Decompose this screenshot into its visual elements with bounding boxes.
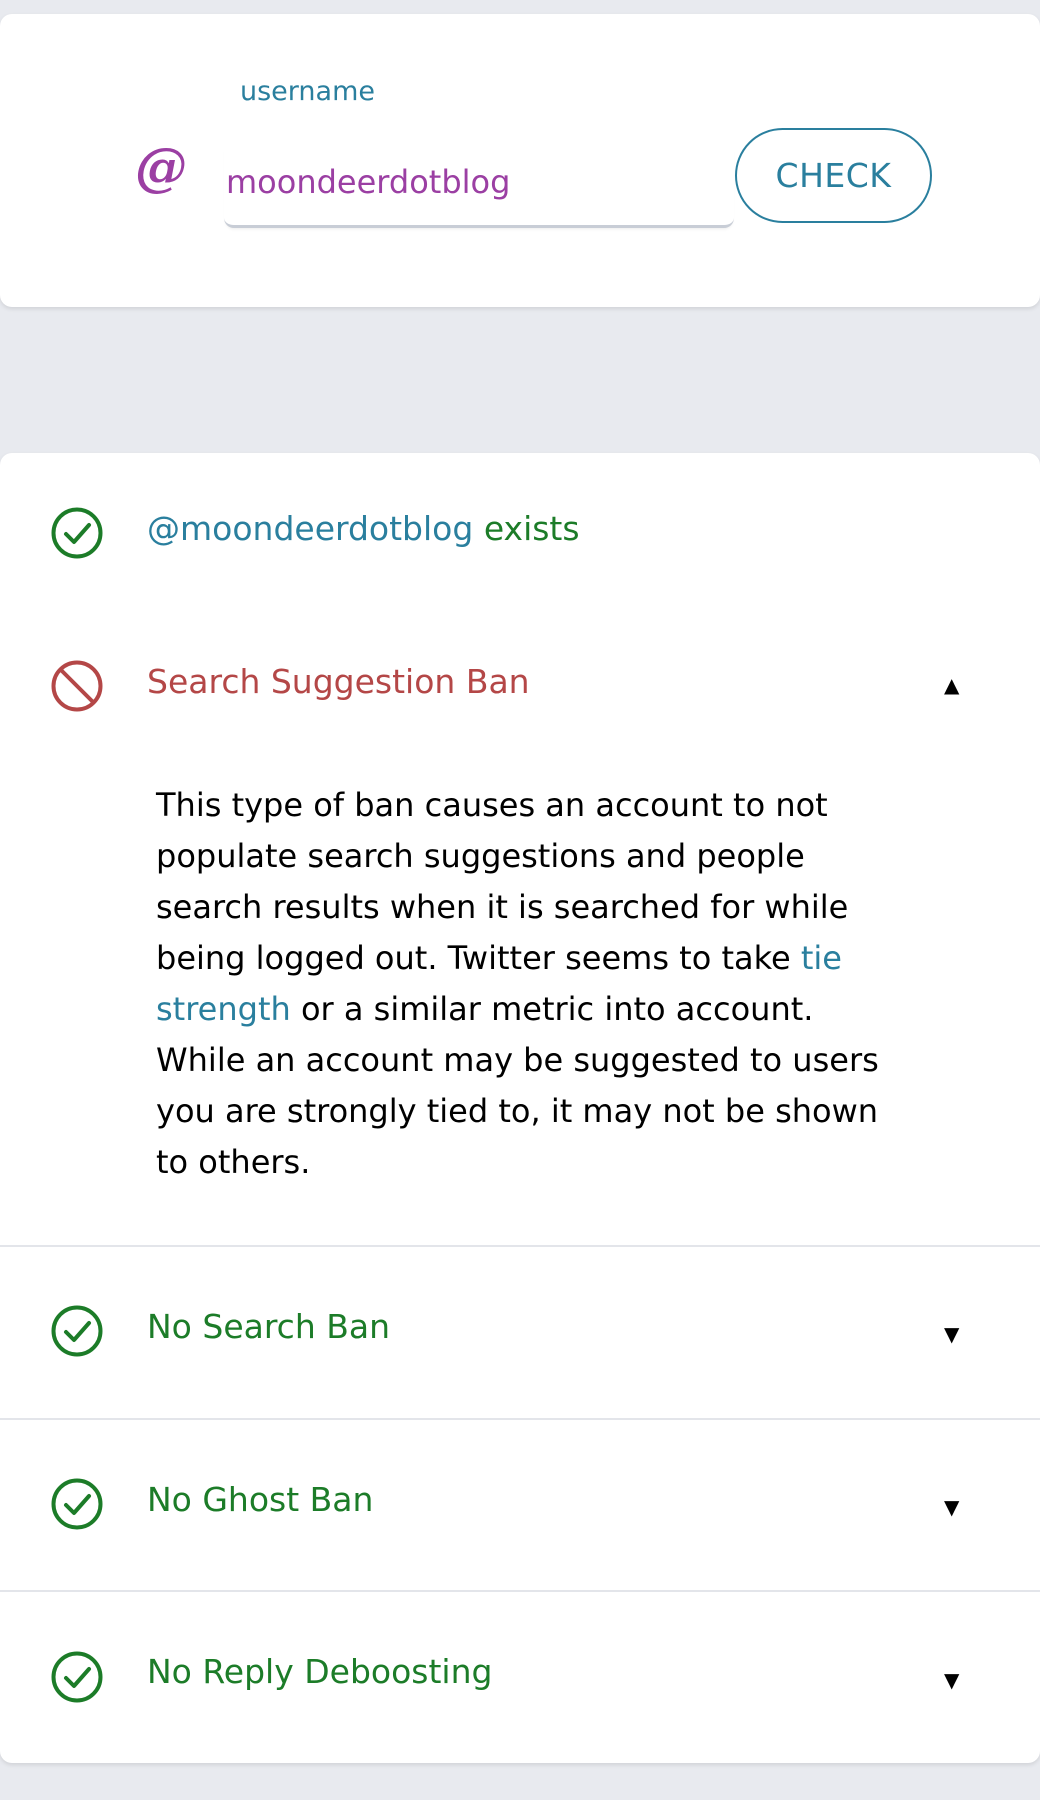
username-search-card: @ username CHECK — [0, 14, 1040, 307]
divider — [0, 1245, 1040, 1247]
check-circle-icon — [51, 1651, 103, 1703]
expand-caret-icon[interactable]: ▼ — [944, 1497, 959, 1517]
check-circle-icon — [51, 1305, 103, 1357]
check-button[interactable]: CHECK — [735, 128, 932, 223]
search-suggestion-ban-description: This type of ban causes an account to no… — [156, 780, 896, 1188]
ban-icon — [51, 660, 103, 712]
result-exists-text: @moondeerdotblog exists — [147, 509, 580, 549]
collapse-caret-icon[interactable]: ▲ — [944, 675, 959, 695]
result-search-ban-label: No Search Ban — [147, 1307, 391, 1346]
at-sign-icon: @ — [135, 137, 187, 198]
result-ghost-ban-label: No Ghost Ban — [147, 1480, 374, 1519]
check-circle-icon — [51, 1478, 103, 1530]
description-text-part-1: This type of ban causes an account to no… — [156, 786, 849, 977]
expand-caret-icon[interactable]: ▼ — [944, 1324, 959, 1344]
expand-caret-icon[interactable]: ▼ — [944, 1670, 959, 1690]
username-input[interactable] — [224, 146, 734, 228]
username-field-label: username — [240, 76, 375, 107]
result-search-suggestion-ban-label: Search Suggestion Ban — [147, 662, 530, 701]
check-circle-icon — [51, 507, 103, 559]
divider — [0, 1590, 1040, 1592]
divider — [0, 1418, 1040, 1420]
results-card: @moondeerdotblog exists Search Suggestio… — [0, 453, 1040, 1763]
result-exists-status: exists — [483, 509, 580, 548]
result-reply-deboosting-label: No Reply Deboosting — [147, 1652, 493, 1691]
result-handle: @moondeerdotblog — [147, 509, 474, 548]
